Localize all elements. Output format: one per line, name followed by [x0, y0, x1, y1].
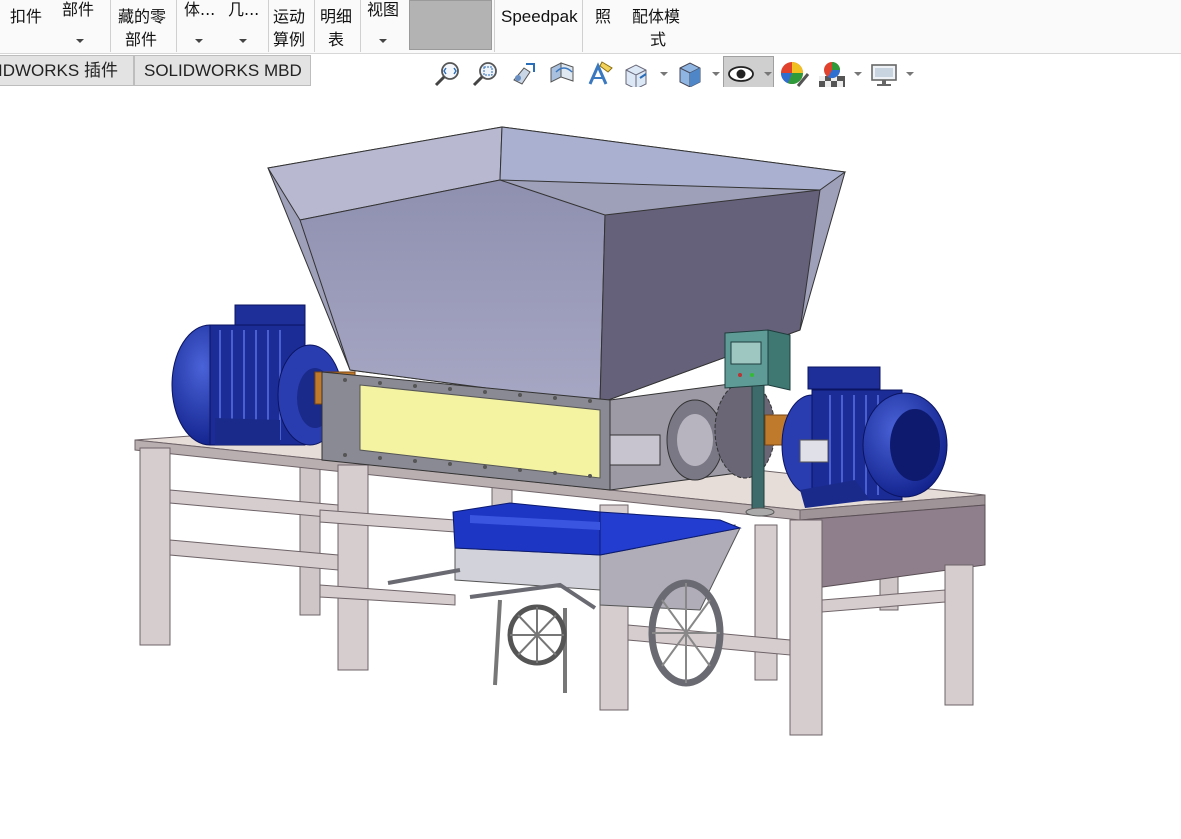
chevron-down-icon[interactable]	[906, 72, 914, 76]
hidden-parts-label-1: 藏的零	[118, 7, 167, 26]
previous-view-icon[interactable]	[508, 58, 540, 90]
view-settings-icon[interactable]	[868, 58, 900, 90]
hide-show-items-icon[interactable]	[726, 58, 758, 90]
section-view-icon[interactable]	[546, 58, 578, 90]
chevron-down-icon[interactable]	[76, 39, 84, 43]
bom-label-2: 表	[328, 30, 345, 49]
command-ribbon: 扣件 部件 藏的零 部件 体... 几... 运动 算例 明细 表 视图 Spe	[0, 0, 1181, 54]
ribbon-separator	[314, 0, 315, 52]
motion-label-2: 算例	[273, 30, 306, 49]
instant3d-button[interactable]	[409, 0, 492, 50]
bill-of-materials-button[interactable]: 明细 表	[316, 0, 358, 53]
ribbon-separator	[582, 0, 583, 52]
chevron-down-icon[interactable]	[854, 72, 862, 76]
reference-geometry-button[interactable]: 几...	[222, 0, 266, 53]
display-style-icon[interactable]	[674, 58, 706, 90]
chevron-down-icon[interactable]	[195, 39, 203, 43]
body-label: 体...	[184, 0, 216, 19]
show-hidden-parts-button[interactable]: 藏的零 部件	[112, 0, 174, 53]
geometry-label: 几...	[228, 0, 260, 19]
take-snapshot-button[interactable]: 照	[584, 0, 624, 53]
chevron-down-icon[interactable]	[660, 72, 668, 76]
body-button[interactable]: 体...	[178, 0, 220, 53]
assembly-label-1: 配体模	[632, 7, 681, 26]
parts-label: 部件	[62, 0, 95, 19]
new-motion-study-button[interactable]: 运动 算例	[270, 0, 312, 53]
snapshot-label: 照	[595, 7, 612, 26]
insert-fastener-button[interactable]: 扣件	[0, 0, 55, 53]
large-assembly-mode-button[interactable]: 配体模 式	[626, 0, 692, 53]
bom-label-1: 明细	[320, 7, 353, 26]
tab-solidworks-addins[interactable]: IDWORKS 插件	[0, 55, 134, 86]
edit-appearance-icon[interactable]	[778, 58, 810, 90]
chevron-down-icon[interactable]	[239, 39, 247, 43]
tab-label: SOLIDWORKS MBD	[144, 61, 302, 80]
chevron-down-icon[interactable]	[712, 72, 720, 76]
speedpak-button[interactable]: Speedpak	[496, 0, 580, 53]
exploded-view-button[interactable]: 视图	[362, 0, 406, 53]
ribbon-separator	[494, 0, 495, 52]
apply-scene-icon[interactable]	[816, 58, 848, 90]
ribbon-separator	[110, 0, 111, 52]
hidden-parts-label-2: 部件	[125, 30, 158, 49]
parts-button[interactable]: 部件	[56, 0, 106, 53]
assembly-label-2: 式	[650, 30, 667, 49]
dynamic-annotation-icon[interactable]	[584, 58, 616, 90]
view-label: 视图	[367, 0, 400, 19]
graphics-viewport[interactable]	[0, 87, 1181, 839]
ribbon-separator	[360, 0, 361, 52]
tab-solidworks-mbd[interactable]: SOLIDWORKS MBD	[134, 55, 311, 86]
ribbon-separator	[176, 0, 177, 52]
chevron-down-icon[interactable]	[379, 39, 387, 43]
zoom-to-fit-icon[interactable]	[432, 58, 464, 90]
tab-label: IDWORKS 插件	[0, 61, 118, 80]
chevron-down-icon[interactable]	[764, 72, 772, 76]
speedpak-label: Speedpak	[501, 7, 578, 26]
view-orientation-icon[interactable]	[622, 58, 654, 90]
zoom-to-area-icon[interactable]	[470, 58, 502, 90]
motion-label-1: 运动	[273, 7, 306, 26]
ribbon-separator	[268, 0, 269, 52]
fastener-label: 扣件	[10, 7, 43, 26]
